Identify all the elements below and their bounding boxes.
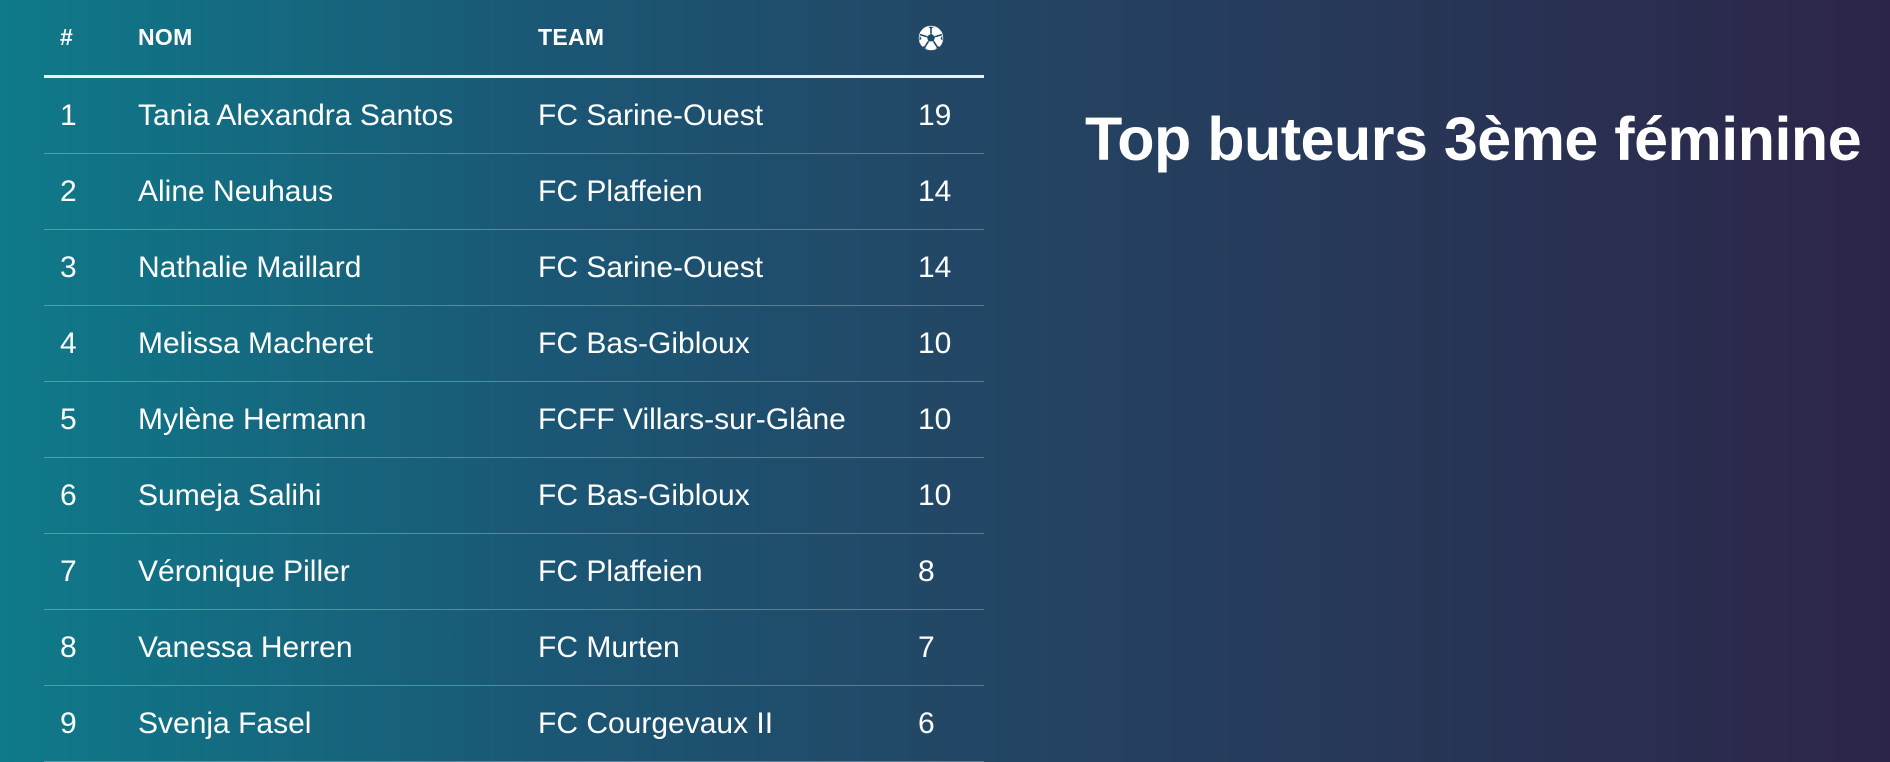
goals-cell: 10 — [918, 457, 984, 534]
soccer-ball-icon — [918, 25, 944, 51]
goals-cell: 10 — [918, 305, 984, 382]
table-row: 7 Véronique Piller FC Plaffeien 8 — [44, 533, 984, 610]
team-cell: FC Courgevaux II — [538, 685, 918, 762]
player-name-cell: Mylène Hermann — [138, 381, 538, 458]
header-row: # NOM TEAM — [44, 0, 984, 78]
rank-cell: 1 — [44, 76, 138, 154]
player-name-cell: Véronique Piller — [138, 533, 538, 610]
rank-cell: 3 — [44, 229, 138, 306]
table-row: 3 Nathalie Maillard FC Sarine-Ouest 14 — [44, 229, 984, 306]
table-row: 8 Vanessa Herren FC Murten 7 — [44, 609, 984, 686]
player-name-cell: Aline Neuhaus — [138, 153, 538, 230]
rank-cell: 2 — [44, 153, 138, 230]
goals-cell: 19 — [918, 76, 984, 154]
header-goals — [918, 0, 984, 78]
team-cell: FC Bas-Gibloux — [538, 457, 918, 534]
team-cell: FC Plaffeien — [538, 533, 918, 610]
team-cell: FC Plaffeien — [538, 153, 918, 230]
goals-cell: 7 — [918, 609, 984, 686]
rank-cell: 9 — [44, 685, 138, 762]
rank-cell: 5 — [44, 381, 138, 458]
table-header: # NOM TEAM — [44, 0, 984, 78]
page-title: Top buteurs 3ème féminine — [1085, 105, 1862, 173]
goals-cell: 10 — [918, 381, 984, 458]
rank-cell: 6 — [44, 457, 138, 534]
player-name-cell: Nathalie Maillard — [138, 229, 538, 306]
header-name: NOM — [138, 0, 538, 78]
player-name-cell: Vanessa Herren — [138, 609, 538, 686]
rank-cell: 7 — [44, 533, 138, 610]
team-cell: FC Murten — [538, 609, 918, 686]
table-row: 6 Sumeja Salihi FC Bas-Gibloux 10 — [44, 457, 984, 534]
table-row: 2 Aline Neuhaus FC Plaffeien 14 — [44, 153, 984, 230]
team-cell: FC Sarine-Ouest — [538, 229, 918, 306]
goals-cell: 8 — [918, 533, 984, 610]
table-body: 1 Tania Alexandra Santos FC Sarine-Ouest… — [44, 76, 984, 762]
team-cell: FC Sarine-Ouest — [538, 76, 918, 154]
goals-cell: 14 — [918, 153, 984, 230]
rank-cell: 8 — [44, 609, 138, 686]
table-row: 1 Tania Alexandra Santos FC Sarine-Ouest… — [44, 76, 984, 154]
table-row: 4 Melissa Macheret FC Bas-Gibloux 10 — [44, 305, 984, 382]
player-name-cell: Svenja Fasel — [138, 685, 538, 762]
header-team: TEAM — [538, 0, 918, 78]
scorers-table: # NOM TEAM 1 Tania Alexandra Santos FC S… — [44, 0, 984, 762]
goals-cell: 14 — [918, 229, 984, 306]
player-name-cell: Melissa Macheret — [138, 305, 538, 382]
goals-cell: 6 — [918, 685, 984, 762]
table-row: 9 Svenja Fasel FC Courgevaux II 6 — [44, 685, 984, 762]
player-name-cell: Sumeja Salihi — [138, 457, 538, 534]
team-cell: FCFF Villars-sur-Glâne — [538, 381, 918, 458]
team-cell: FC Bas-Gibloux — [538, 305, 918, 382]
rank-cell: 4 — [44, 305, 138, 382]
player-name-cell: Tania Alexandra Santos — [138, 76, 538, 154]
header-rank: # — [44, 0, 138, 78]
table-row: 5 Mylène Hermann FCFF Villars-sur-Glâne … — [44, 381, 984, 458]
